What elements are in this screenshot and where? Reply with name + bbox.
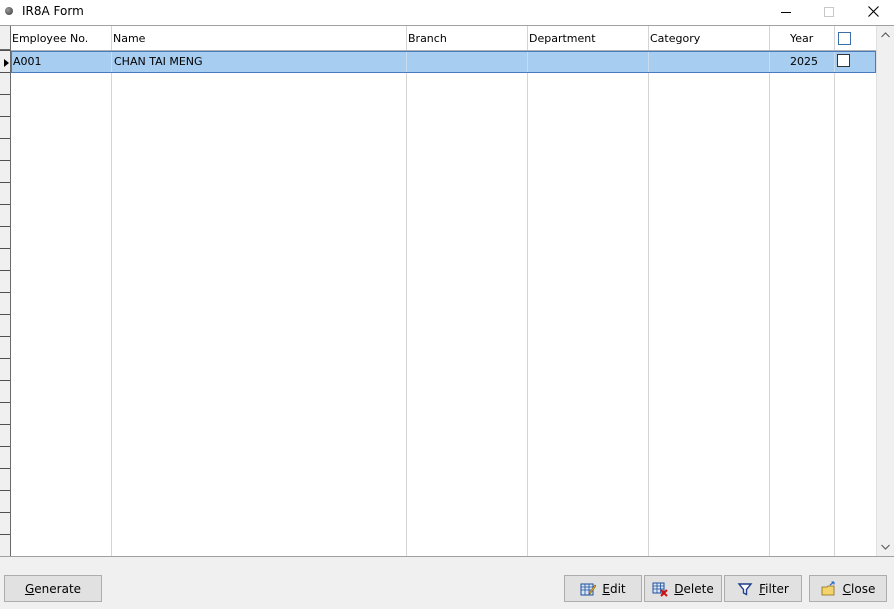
employee-grid[interactable]: Employee No. Name Branch Department Cate… xyxy=(0,25,894,557)
cell-year[interactable]: 2025 xyxy=(790,55,818,68)
filter-label: Filter xyxy=(759,581,789,596)
delete-button[interactable]: Delete xyxy=(644,575,722,602)
header-department[interactable]: Department xyxy=(529,32,596,45)
cell-name[interactable]: CHAN TAI MENG xyxy=(114,55,203,68)
edit-button[interactable]: Edit xyxy=(564,575,642,602)
cell-employee-no[interactable]: A001 xyxy=(13,55,42,68)
select-all-checkbox[interactable] xyxy=(838,32,851,45)
row-selector-column[interactable] xyxy=(0,26,11,556)
row-checkbox[interactable] xyxy=(837,54,850,67)
folder-exit-icon xyxy=(821,580,835,595)
edit-icon xyxy=(580,583,597,595)
edit-label: Edit xyxy=(602,581,626,596)
close-button[interactable]: Close xyxy=(809,575,887,602)
delete-label: Delete xyxy=(674,581,714,596)
vertical-scrollbar[interactable] xyxy=(876,26,894,556)
generate-label: Generate xyxy=(24,581,82,596)
close-icon xyxy=(868,6,879,17)
generate-button[interactable]: Generate xyxy=(4,575,102,602)
row-selector-header xyxy=(0,26,11,50)
scroll-up-icon[interactable] xyxy=(881,32,890,38)
header-category[interactable]: Category xyxy=(650,32,700,45)
header-employee-no[interactable]: Employee No. xyxy=(12,32,88,45)
scroll-down-icon[interactable] xyxy=(881,544,890,550)
header-year[interactable]: Year xyxy=(790,32,813,45)
table-row[interactable]: A001 CHAN TAI MENG 2025 xyxy=(11,51,876,73)
close-window-button[interactable] xyxy=(850,0,894,25)
maximize-button[interactable] xyxy=(806,0,852,25)
current-row-indicator-icon xyxy=(4,59,9,67)
title-bar: IR8A Form xyxy=(0,0,894,25)
app-icon xyxy=(5,7,13,15)
header-name[interactable]: Name xyxy=(113,32,145,45)
filter-icon xyxy=(737,582,753,596)
delete-icon xyxy=(652,582,668,597)
window-title: IR8A Form xyxy=(22,4,84,18)
minimize-button[interactable] xyxy=(763,0,809,25)
header-branch[interactable]: Branch xyxy=(408,32,447,45)
close-label: Close xyxy=(842,581,876,596)
filter-button[interactable]: Filter xyxy=(724,575,802,602)
